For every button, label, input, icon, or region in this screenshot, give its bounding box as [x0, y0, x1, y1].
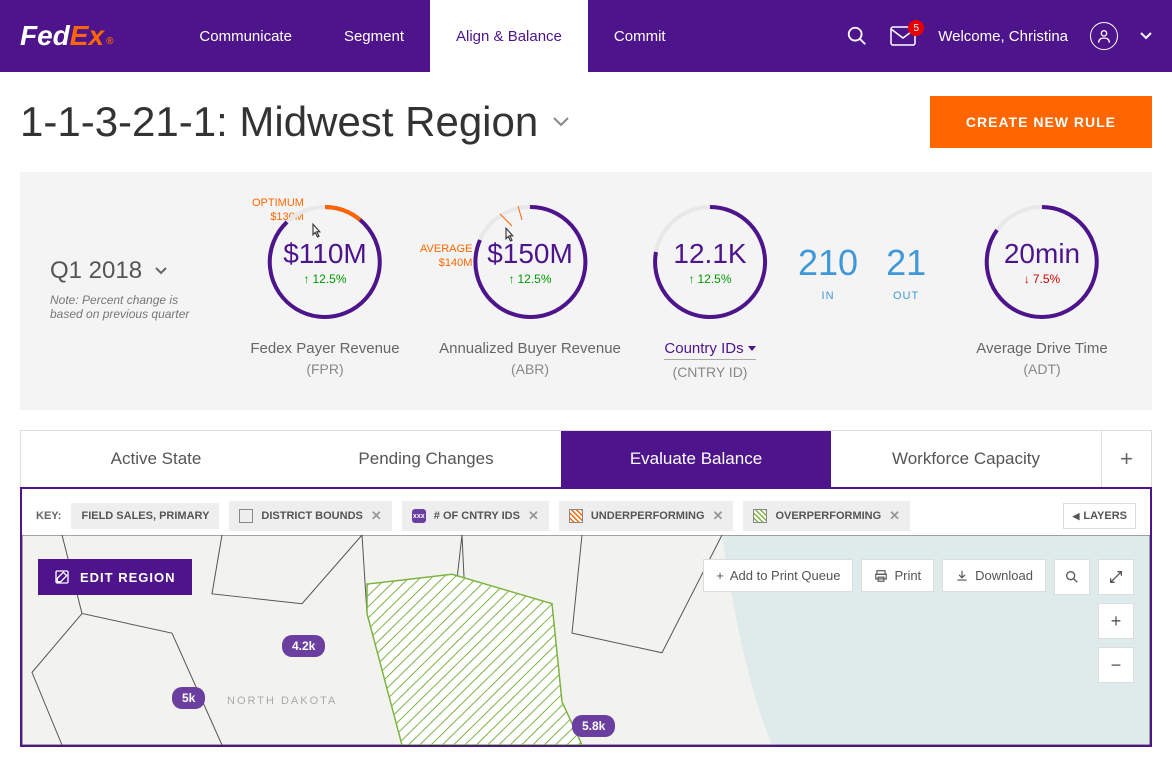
cntry-value: 12.1K [673, 238, 746, 270]
abr-label: Annualized Buyer Revenue [430, 340, 630, 357]
abr-average-label: AVERAGE$140M [420, 242, 472, 271]
page-title: 1-1-3-21-1: Midwest Region [20, 98, 570, 146]
adt-value: 20min [1004, 238, 1080, 270]
zoom-out-button[interactable]: − [1098, 647, 1134, 683]
tab-bar: Active State Pending Changes Evaluate Ba… [20, 430, 1152, 487]
metric-fpr: OPTIMUM$130M $110M ↑12.5% Fedex Payer Re… [230, 202, 420, 377]
download-icon [955, 569, 969, 583]
fedex-logo: FedEx® [20, 20, 113, 52]
map-search-button[interactable] [1054, 559, 1090, 595]
edit-icon [54, 569, 70, 585]
fpr-label: Fedex Payer Revenue [230, 340, 420, 357]
nav-align-balance[interactable]: Align & Balance [430, 0, 588, 72]
title-dropdown-icon[interactable] [552, 116, 570, 128]
title-row: 1-1-3-21-1: Midwest Region CREATE NEW RU… [0, 72, 1172, 172]
cntry-dropdown[interactable]: Country IDs [664, 340, 755, 360]
chip-field-sales[interactable]: FIELD SALES, PRIMARY [71, 503, 219, 529]
fpr-value: $110M [283, 238, 367, 270]
quarter-selector-block: Q1 2018 Note: Percent change is based on… [50, 202, 220, 321]
abr-sublabel: (ABR) [430, 361, 630, 377]
layers-button[interactable]: ◀LAYERS [1063, 503, 1136, 529]
add-tab-button[interactable]: + [1101, 431, 1151, 487]
fpr-sublabel: (FPR) [230, 361, 420, 377]
metric-adt: 20min ↓7.5% Average Drive Time (ADT) [962, 202, 1122, 377]
chip-underperforming[interactable]: UNDERPERFORMING✕ [559, 501, 734, 531]
print-icon [874, 569, 888, 583]
zoom-in-button[interactable]: + [1098, 603, 1134, 639]
welcome-text: Welcome, Christina [938, 28, 1068, 45]
in-value: 210 [798, 242, 858, 284]
key-label: KEY: [36, 510, 61, 522]
metrics-panel: Q1 2018 Note: Percent change is based on… [20, 172, 1152, 410]
close-icon[interactable]: ✕ [713, 508, 724, 524]
download-button[interactable]: Download [942, 559, 1046, 592]
mail-icon[interactable]: 5 [890, 26, 916, 46]
create-new-rule-button[interactable]: CREATE NEW RULE [930, 96, 1152, 148]
close-icon[interactable]: ✕ [371, 508, 382, 524]
close-icon[interactable]: ✕ [528, 508, 539, 524]
nav-commit[interactable]: Commit [588, 0, 692, 72]
cntry-change: ↑12.5% [688, 272, 731, 286]
abr-value: $150M [487, 238, 573, 270]
quarter-note: Note: Percent change is based on previou… [50, 293, 200, 321]
header-right: 5 Welcome, Christina [846, 22, 1152, 50]
chip-district-bounds[interactable]: DISTRICT BOUNDS✕ [229, 501, 391, 531]
abr-change: ↑12.5% [508, 272, 551, 286]
metric-cntry: 12.1K ↑12.5% Country IDs (CNTRY ID) [640, 202, 780, 380]
chip-cntry-ids[interactable]: xxx# OF CNTRY IDS✕ [402, 501, 549, 531]
map-tools: +Add to Print Queue Print Download + − [703, 559, 1134, 683]
edit-region-button[interactable]: EDIT REGION [38, 559, 192, 595]
print-button[interactable]: Print [861, 559, 934, 592]
adt-change: ↓7.5% [1024, 272, 1060, 286]
expand-icon [1108, 569, 1124, 585]
metric-abr: AVERAGE$140M $150M ↑12.5% Annualized Buy… [430, 202, 630, 377]
expand-button[interactable] [1098, 559, 1134, 595]
search-icon [1064, 569, 1080, 585]
main-nav: Communicate Segment Align & Balance Comm… [173, 0, 691, 72]
search-icon[interactable] [846, 25, 868, 47]
fpr-change: ↑12.5% [303, 272, 346, 286]
nav-communicate[interactable]: Communicate [173, 0, 318, 72]
app-header: FedEx® Communicate Segment Align & Balan… [0, 0, 1172, 72]
quarter-dropdown[interactable]: Q1 2018 [50, 257, 220, 285]
nav-segment[interactable]: Segment [318, 0, 430, 72]
map-tag[interactable]: 4.2k [282, 635, 325, 657]
out-label: OUT [886, 290, 926, 302]
adt-sublabel: (ADT) [962, 361, 1122, 377]
tab-workforce-capacity[interactable]: Workforce Capacity [831, 431, 1101, 487]
map-tag[interactable]: 5.8k [572, 715, 615, 737]
chip-overperforming[interactable]: OVERPERFORMING✕ [743, 501, 910, 531]
tab-evaluate-balance[interactable]: Evaluate Balance [561, 431, 831, 487]
in-label: IN [798, 290, 858, 302]
out-value: 21 [886, 242, 926, 284]
close-icon[interactable]: ✕ [889, 508, 900, 524]
map-panel: KEY: FIELD SALES, PRIMARY DISTRICT BOUND… [20, 487, 1152, 747]
out-metric: 21 OUT [886, 242, 926, 302]
state-label: NORTH DAKOTA [227, 695, 337, 707]
chevron-down-icon [154, 266, 168, 276]
avatar-icon[interactable] [1090, 22, 1118, 50]
cntry-sublabel: (CNTRY ID) [640, 364, 780, 380]
tab-active-state[interactable]: Active State [21, 431, 291, 487]
in-metric: 210 IN [798, 242, 858, 302]
map-tag[interactable]: 5k [172, 687, 205, 709]
adt-label: Average Drive Time [962, 340, 1122, 357]
inout-block: 210 IN 21 OUT [798, 202, 926, 302]
mail-badge: 5 [908, 20, 924, 36]
caret-down-icon [748, 346, 756, 352]
chevron-down-icon[interactable] [1140, 32, 1152, 40]
add-to-print-queue-button[interactable]: +Add to Print Queue [703, 559, 853, 592]
tab-pending-changes[interactable]: Pending Changes [291, 431, 561, 487]
